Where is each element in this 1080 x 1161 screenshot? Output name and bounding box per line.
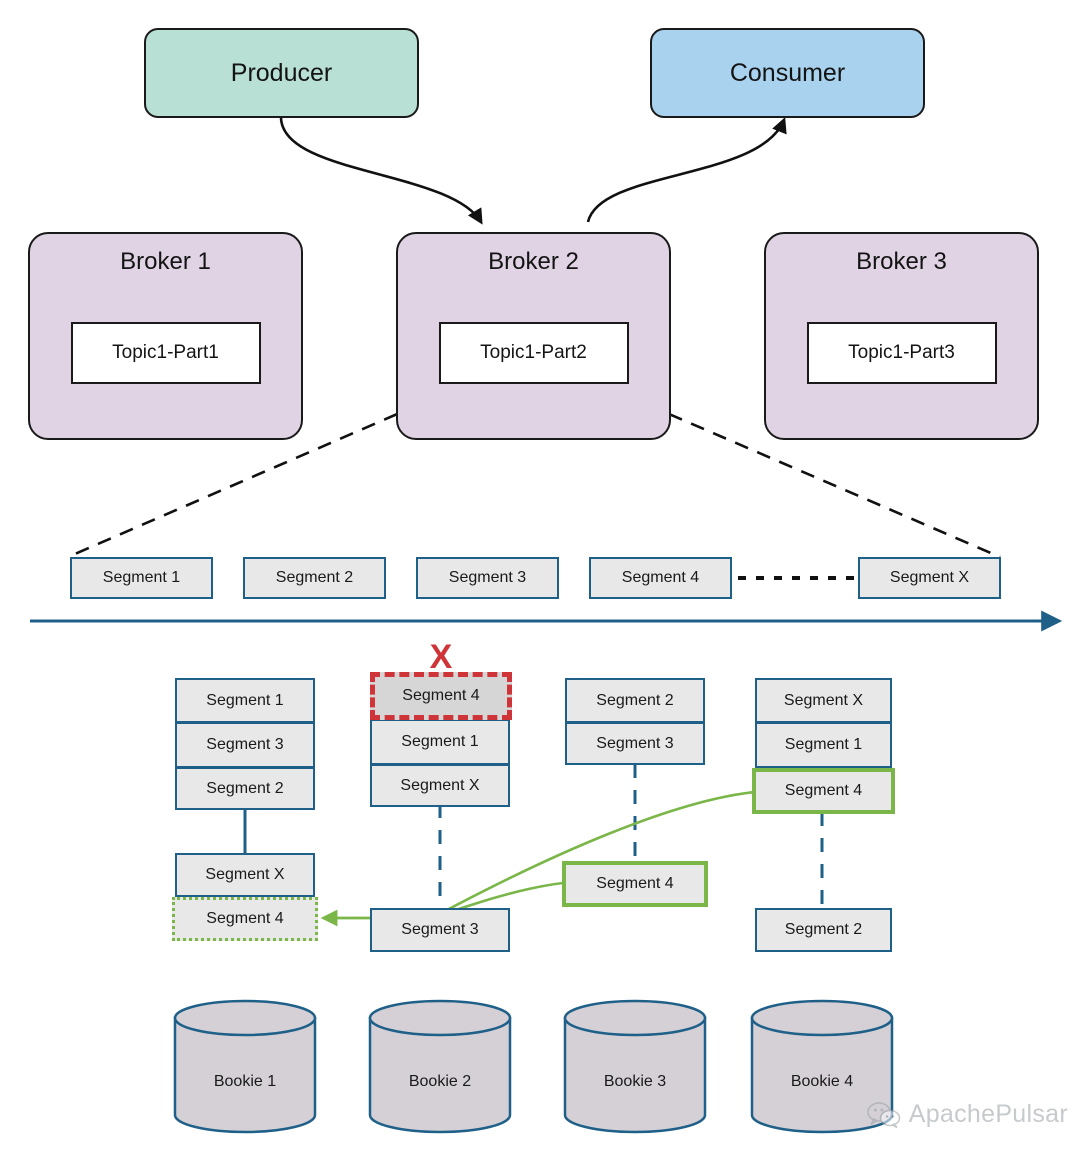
stack4-cell-0: Segment X [755,678,892,723]
stack1-cell-1-label: Segment 3 [206,736,284,753]
bookie-cylinder-1 [173,999,317,1134]
stack2-cell-1-label: Segment 1 [401,733,479,750]
producer-to-broker-arrow [279,116,483,225]
watermark-text: ApachePulsar [908,1100,1068,1128]
timeline-segment-4-label: Segment 4 [621,569,700,586]
bookie-label-2: Bookie 2 [370,1073,510,1091]
stack3-cell-1: Segment 3 [565,723,705,765]
timeline-segment-3: Segment 3 [416,557,559,599]
bookie-cylinder-3 [563,999,707,1134]
topic-box-1: Topic1-Part1 [70,322,261,384]
stack3-cell-1-label: Segment 3 [596,734,674,752]
stack4-cell-0-label: Segment X [783,691,864,709]
timeline-segment-2-label: Segment 2 [275,569,354,586]
timeline-segment-1: Segment 1 [70,557,213,599]
topic-label-1: Topic1-Part1 [112,342,219,363]
bookie-label-3: Bookie 3 [565,1073,705,1091]
stack2-cell-0-failed: Segment 4 [370,672,512,720]
stack4-cell-3-label: Segment 2 [784,921,863,938]
broker-box-3: Broker 3 Topic1-Part3 [764,232,1039,440]
stack3-cell-2-replica: Segment 4 [562,861,708,907]
broker-box-1: Broker 1 Topic1-Part1 [28,232,303,440]
stack3-cell-0-label: Segment 2 [596,691,674,709]
broker-title-2: Broker 2 [488,248,579,275]
timeline-segment-x-label: Segment X [889,569,970,586]
stack1-cell-0: Segment 1 [175,678,315,723]
timeline-segment-x: Segment X [858,557,1001,599]
stack1-cell-4-recovered: Segment 4 [172,897,318,941]
stack2-cell-2-label: Segment X [400,776,480,794]
failure-x-label: X [429,638,453,676]
failure-x-marker: X [370,640,512,674]
stack2-cell-1: Segment 1 [370,720,510,765]
stack2-cell-2: Segment X [370,765,510,807]
stack2-cell-3: Segment 3 [370,908,510,952]
bookie-label-1: Bookie 1 [175,1073,315,1091]
stack1-cell-3-label: Segment X [205,866,285,883]
watermark: ApachePulsar [866,1100,1068,1129]
producer-label: Producer [230,58,333,87]
topic-box-3: Topic1-Part3 [806,322,997,384]
bookie-cylinder-2 [368,999,512,1134]
stack1-cell-1: Segment 3 [175,723,315,768]
stack4-cell-1-label: Segment 1 [784,736,863,753]
stack1-cell-2-label: Segment 2 [206,779,284,797]
bookie-label-4-text: Bookie 4 [790,1073,854,1090]
stack3-cell-2-label: Segment 4 [596,875,674,892]
stack1-cell-2: Segment 2 [175,768,315,810]
broker-title-1: Broker 1 [120,248,211,275]
stack4-cell-2-replica: Segment 4 [752,768,895,814]
stack4-cell-2-label: Segment 4 [784,782,863,799]
consumer-label: Consumer [729,58,846,87]
topic-label-2: Topic1-Part2 [480,342,587,363]
topic-box-2: Topic1-Part2 [438,322,629,384]
stack1-cell-0-label: Segment 1 [206,691,284,709]
timeline-segment-4: Segment 4 [589,557,732,599]
bookie-label-3-text: Bookie 3 [603,1073,667,1090]
stack3-cell-0: Segment 2 [565,678,705,723]
stack2-cell-0-label: Segment 4 [402,687,480,704]
stack1-cell-4-label: Segment 4 [206,910,284,927]
consumer-box: Consumer [650,28,925,118]
broker-box-2: Broker 2 Topic1-Part2 [396,232,671,440]
producer-box: Producer [144,28,419,118]
topic-label-3: Topic1-Part3 [848,342,955,363]
stack1-cell-3: Segment X [175,853,315,897]
bookie-label-4: Bookie 4 [752,1073,892,1091]
timeline-segment-3-label: Segment 3 [448,569,527,586]
stack4-cell-3: Segment 2 [755,908,892,952]
diagram-canvas: Producer Consumer Broker 1 Topic1-Part1 … [0,0,1080,1161]
wechat-icon [866,1101,901,1128]
stack2-cell-3-label: Segment 3 [401,921,479,938]
broker-to-consumer-arrow [586,117,787,223]
timeline-segment-2: Segment 2 [243,557,386,599]
bookie-label-2-text: Bookie 2 [408,1073,472,1090]
broker-title-3: Broker 3 [856,248,947,275]
bookie-label-1-text: Bookie 1 [213,1073,277,1090]
timeline-segment-1-label: Segment 1 [102,569,181,586]
stack4-cell-1: Segment 1 [755,723,892,768]
